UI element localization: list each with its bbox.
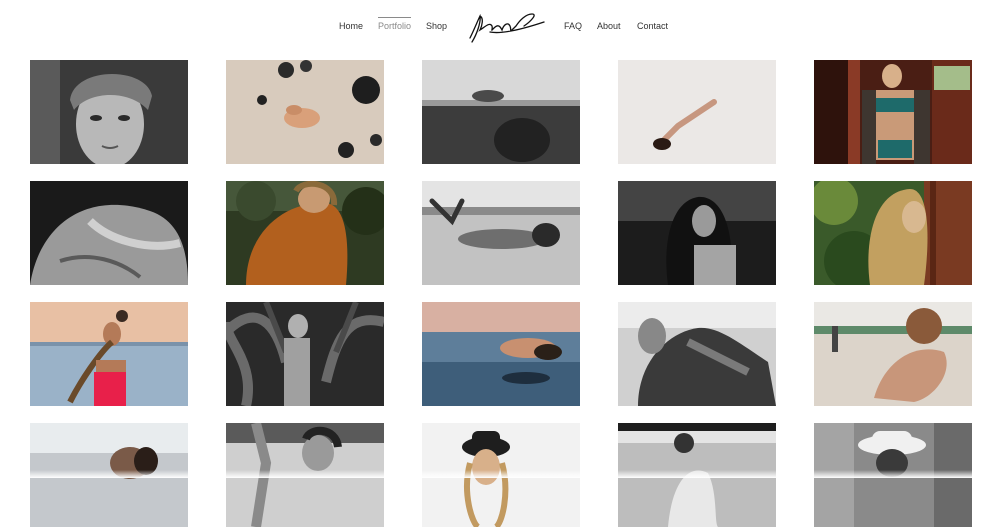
gallery-photo[interactable] [814,60,972,164]
gallery-photo[interactable] [30,60,188,164]
gallery-photo[interactable] [814,302,972,406]
gallery-photo[interactable] [30,181,188,285]
woman-reclining-on-sand-bw-icon [618,302,776,406]
gallery-photo[interactable] [422,181,580,285]
woman-floating-underwater-bw-icon [422,60,580,164]
woman-pink-swimsuit-sunset-sea-icon [30,302,188,406]
woman-lying-on-sand-color-icon [226,60,384,164]
woman-on-white-sand-color-icon [618,60,776,164]
gallery-photo[interactable] [422,302,580,406]
gallery-photo[interactable] [814,181,972,285]
gallery-photo[interactable] [422,60,580,164]
woman-in-tropical-plants-bw-icon [226,302,384,406]
woman-lying-on-beach-bw-icon [422,181,580,285]
gallery-photo[interactable] [226,181,384,285]
gallery-photo[interactable] [30,302,188,406]
woman-behind-door-greenery-icon [814,181,972,285]
woman-floating-in-sea-dusk-icon [422,302,580,406]
woman-dark-hair-bw-icon [618,181,776,285]
gallery-photo[interactable] [618,60,776,164]
woman-sitting-on-beach-color-icon [814,302,972,406]
gallery-photo[interactable] [618,302,776,406]
woman-teal-bikini-wooden-door-icon [814,60,972,164]
portfolio-gallery [0,0,1000,527]
woman-back-closeup-bw-icon [30,181,188,285]
woman-orange-swimsuit-trees-icon [226,181,384,285]
bottom-fade [0,470,1000,478]
gallery-photo[interactable] [618,181,776,285]
gallery-photo[interactable] [226,60,384,164]
gallery-photo[interactable] [226,302,384,406]
portrait-headscarf-bw-icon [30,60,188,164]
